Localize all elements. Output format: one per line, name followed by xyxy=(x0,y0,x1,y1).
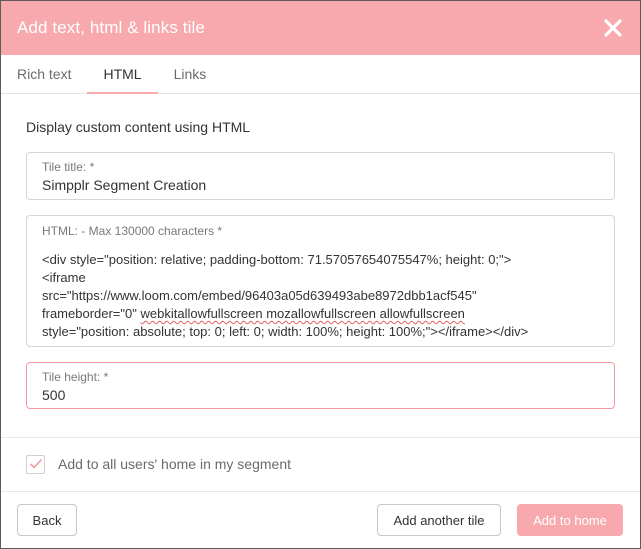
back-button[interactable]: Back xyxy=(17,504,77,536)
tile-height-input[interactable]: 500 xyxy=(42,387,599,403)
add-tile-dialog: Add text, html & links tile Rich text HT… xyxy=(0,0,641,549)
dialog-title: Add text, html & links tile xyxy=(17,18,205,37)
tab-links[interactable]: Links xyxy=(158,55,223,93)
add-to-home-label: Add to all users' home in my segment xyxy=(58,456,292,472)
html-field-label: HTML: - Max 130000 characters * xyxy=(42,224,223,238)
html-line-1: <div style="position: relative; padding-… xyxy=(42,252,512,267)
close-icon xyxy=(604,19,622,37)
tile-height-field[interactable]: Tile height: * 500 xyxy=(26,362,615,409)
html-line-5: style="position: absolute; top: 0; left:… xyxy=(42,324,529,339)
footer-actions: Add another tile Add to home xyxy=(377,504,623,536)
tab-bar: Rich text HTML Links xyxy=(1,55,640,94)
add-to-home-checkbox[interactable] xyxy=(26,454,45,474)
html-line-4a: frameborder="0" xyxy=(42,306,137,321)
html-field[interactable]: HTML: - Max 130000 characters * <div sty… xyxy=(26,215,615,347)
add-to-home-button[interactable]: Add to home xyxy=(517,504,623,536)
add-another-tile-button[interactable]: Add another tile xyxy=(377,504,501,536)
tab-rich-text[interactable]: Rich text xyxy=(1,55,87,93)
html-textarea[interactable]: <div style="position: relative; padding-… xyxy=(42,251,599,341)
close-button[interactable] xyxy=(600,15,626,41)
add-to-home-row: Add to all users' home in my segment xyxy=(1,438,640,490)
html-line-3: src="https://www.loom.com/embed/96403a05… xyxy=(42,288,477,303)
dialog-header: Add text, html & links tile xyxy=(1,1,640,55)
html-line-2: <iframe xyxy=(42,270,86,285)
tile-title-field[interactable]: Tile title: * Simpplr Segment Creation xyxy=(26,152,615,200)
html-line-4b: webkitallowfullscreen mozallowfullscreen… xyxy=(140,306,465,321)
tile-title-input[interactable]: Simpplr Segment Creation xyxy=(42,177,599,193)
tab-html[interactable]: HTML xyxy=(87,55,158,94)
description-text: Display custom content using HTML xyxy=(26,119,251,135)
dialog-footer: Back Add another tile Add to home xyxy=(1,491,640,548)
checkmark-icon xyxy=(29,458,42,469)
tile-height-label: Tile height: * xyxy=(42,370,109,384)
dialog-body: Display custom content using HTML Tile t… xyxy=(1,94,640,437)
tile-title-label: Tile title: * xyxy=(42,160,95,174)
